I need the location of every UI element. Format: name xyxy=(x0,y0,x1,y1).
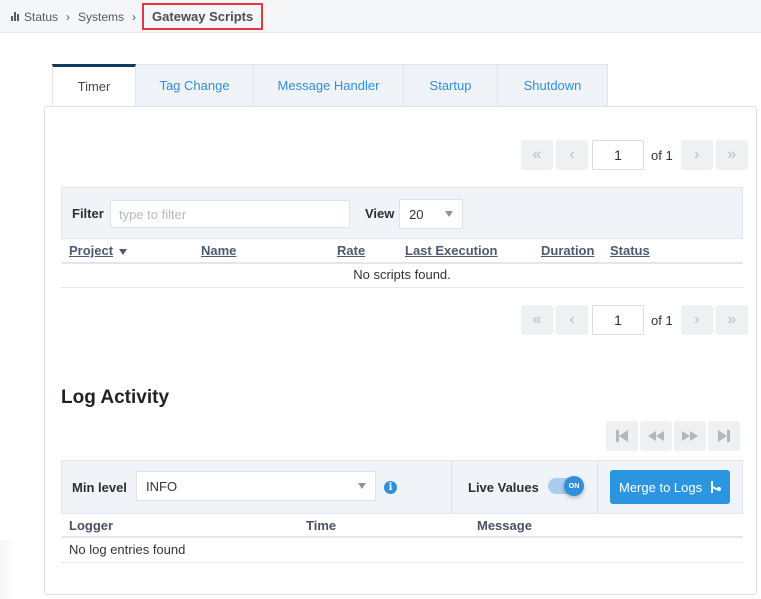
filter-input[interactable] xyxy=(110,200,350,228)
page-number-input[interactable]: 1 xyxy=(592,140,644,170)
scripts-table-header: Project Name Rate Last Execution Duratio… xyxy=(61,239,743,264)
breadcrumb-systems[interactable]: Systems xyxy=(78,10,124,24)
caret-down-icon xyxy=(358,483,366,489)
edge-shadow xyxy=(0,540,14,599)
log-table-header: Logger Time Message xyxy=(61,514,743,538)
log-empty-row: No log entries found xyxy=(61,538,743,563)
merge-icon xyxy=(711,481,721,493)
rewind-button[interactable] xyxy=(640,421,672,451)
pager-top: « ‹ 1 of 1 › » xyxy=(521,140,748,170)
breadcrumb-status[interactable]: Status xyxy=(24,10,58,24)
min-level-value: INFO xyxy=(146,478,178,494)
column-message: Message xyxy=(477,518,532,533)
first-page-button[interactable]: « xyxy=(521,305,553,335)
column-name[interactable]: Name xyxy=(201,243,236,258)
tab-startup[interactable]: Startup xyxy=(404,64,498,106)
view-label: View xyxy=(365,206,395,221)
fast-forward-button[interactable] xyxy=(674,421,706,451)
breadcrumb-current: Gateway Scripts xyxy=(142,3,264,30)
skip-last-button[interactable] xyxy=(708,421,740,451)
column-status[interactable]: Status xyxy=(610,243,650,258)
filter-label: Filter xyxy=(72,206,104,221)
column-project[interactable]: Project xyxy=(69,243,128,258)
info-icon[interactable]: i xyxy=(384,481,397,494)
log-media-controls xyxy=(606,421,740,451)
prev-page-button[interactable]: ‹ xyxy=(556,305,588,335)
column-project-label: Project xyxy=(69,243,114,258)
breadcrumb: Status › Systems › Gateway Scripts xyxy=(11,0,264,33)
column-rate[interactable]: Rate xyxy=(337,243,365,258)
skip-first-button[interactable] xyxy=(606,421,638,451)
prev-page-button[interactable]: ‹ xyxy=(556,140,588,170)
last-page-button[interactable]: » xyxy=(715,140,748,170)
skip-first-icon xyxy=(616,430,628,442)
live-values-toggle[interactable]: ON xyxy=(548,476,584,496)
chevron-right-icon: › xyxy=(66,9,71,24)
sort-desc-icon xyxy=(119,248,128,255)
first-page-button[interactable]: « xyxy=(521,140,553,170)
column-last-execution[interactable]: Last Execution xyxy=(405,243,497,258)
last-page-button[interactable]: » xyxy=(715,305,748,335)
view-select-value: 20 xyxy=(409,206,424,222)
toggle-knob: ON xyxy=(564,476,584,496)
merge-button-label: Merge to Logs xyxy=(619,479,703,495)
rewind-icon xyxy=(648,431,664,441)
page-number-input[interactable]: 1 xyxy=(592,305,644,335)
caret-down-icon xyxy=(445,211,453,217)
skip-last-icon xyxy=(718,430,730,442)
next-page-button[interactable]: › xyxy=(680,305,713,335)
column-duration[interactable]: Duration xyxy=(541,243,594,258)
next-page-button[interactable]: › xyxy=(680,140,713,170)
tab-timer[interactable]: Timer xyxy=(52,64,136,106)
top-bar: Status › Systems › Gateway Scripts xyxy=(0,0,761,33)
page-count-label: of 1 xyxy=(651,312,673,328)
tab-tag-change[interactable]: Tag Change xyxy=(136,64,254,106)
filter-bar: Filter View 20 xyxy=(61,187,743,239)
page-count-label: of 1 xyxy=(651,147,673,163)
log-toolbar: Min level INFO i Live Values ON Merge to… xyxy=(61,460,743,514)
tab-shutdown[interactable]: Shutdown xyxy=(498,64,608,106)
log-activity-heading: Log Activity xyxy=(61,387,170,408)
chevron-right-icon: › xyxy=(132,9,137,24)
fast-forward-icon xyxy=(682,431,698,441)
divider xyxy=(597,461,598,513)
divider xyxy=(451,461,452,513)
content-card: « ‹ 1 of 1 › » Filter View 20 Project Na… xyxy=(44,106,757,595)
script-type-tabs: Timer Tag Change Message Handler Startup… xyxy=(52,64,608,106)
column-logger: Logger xyxy=(69,518,114,533)
live-values-label: Live Values xyxy=(468,480,539,495)
min-level-label: Min level xyxy=(72,480,127,495)
pager-bottom: « ‹ 1 of 1 › » xyxy=(521,305,748,335)
column-time: Time xyxy=(306,518,337,533)
min-level-select[interactable]: INFO xyxy=(136,471,376,501)
merge-to-logs-button[interactable]: Merge to Logs xyxy=(610,470,730,504)
bar-chart-icon xyxy=(11,12,19,21)
tab-message-handler[interactable]: Message Handler xyxy=(254,64,404,106)
view-select[interactable]: 20 xyxy=(399,199,463,229)
scripts-empty-row: No scripts found. xyxy=(61,264,743,288)
